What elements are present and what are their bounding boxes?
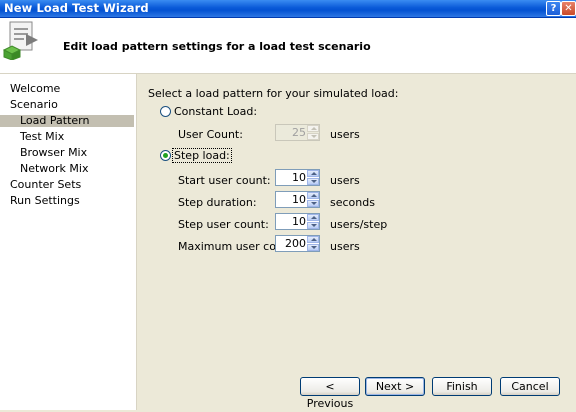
start-user-count-stepper[interactable]: 10 — [275, 169, 320, 186]
step-duration-label: Step duration: — [178, 196, 257, 209]
constant-load-label[interactable]: Constant Load: — [174, 105, 257, 118]
start-user-count-up-arrow-icon[interactable] — [307, 170, 319, 177]
step-user-count-value[interactable]: 10 — [278, 215, 306, 228]
nav-item-network-mix[interactable]: Network Mix — [20, 162, 88, 176]
user-count-value: 25 — [292, 126, 306, 139]
previous-button[interactable]: < Previous — [300, 377, 360, 410]
window-title: New Load Test Wizard — [4, 1, 149, 15]
start-user-count-label: Start user count: — [178, 174, 271, 187]
step-duration-stepper[interactable]: 10 — [275, 191, 320, 208]
user-count-up-arrow-icon — [307, 125, 319, 132]
finish-button[interactable]: Finish — [432, 377, 492, 396]
nav-item-run-settings[interactable]: Run Settings — [10, 194, 80, 208]
step-duration-value[interactable]: 10 — [278, 193, 306, 206]
step-user-count-unit: users/step — [330, 218, 388, 231]
maximum-user-count-unit: users — [330, 240, 360, 253]
wizard-header: Edit load pattern settings for a load te… — [0, 18, 576, 74]
start-user-count-value[interactable]: 10 — [278, 171, 306, 184]
user-count-label: User Count: — [178, 128, 243, 141]
maximum-user-count-stepper[interactable]: 200 — [275, 235, 320, 252]
wizard-window: New Load Test Wizard ? ✕ Edit load patte… — [0, 0, 576, 410]
step-duration-down-arrow-icon[interactable] — [307, 200, 319, 207]
step-duration-up-arrow-icon[interactable] — [307, 192, 319, 199]
start-user-count-unit: users — [330, 174, 360, 187]
user-count-down-arrow-icon — [307, 133, 319, 140]
header-title: Edit load pattern settings for a load te… — [63, 40, 371, 53]
step-load-radio[interactable] — [160, 150, 171, 161]
user-count-stepper: 25 — [275, 124, 320, 141]
maximum-user-count-down-arrow-icon[interactable] — [307, 244, 319, 251]
cancel-button[interactable]: Cancel — [500, 377, 560, 396]
step-load-label[interactable]: Step load: — [172, 148, 232, 163]
step-duration-unit: seconds — [330, 196, 375, 209]
start-user-count-down-arrow-icon[interactable] — [307, 178, 319, 185]
maximum-user-count-value[interactable]: 200 — [278, 237, 306, 250]
step-user-count-label: Step user count: — [178, 218, 269, 231]
load-pattern-prompt: Select a load pattern for your simulated… — [148, 87, 399, 100]
nav-item-browser-mix[interactable]: Browser Mix — [20, 146, 87, 160]
nav-item-load-pattern[interactable]: Load Pattern — [20, 114, 89, 128]
close-button[interactable]: ✕ — [561, 1, 576, 16]
step-user-count-up-arrow-icon[interactable] — [307, 214, 319, 221]
nav-item-counter-sets[interactable]: Counter Sets — [10, 178, 81, 192]
nav-item-scenario[interactable]: Scenario — [10, 98, 58, 112]
nav-item-test-mix[interactable]: Test Mix — [20, 130, 64, 144]
title-bar: New Load Test Wizard ? ✕ — [0, 0, 576, 18]
step-user-count-stepper[interactable]: 10 — [275, 213, 320, 230]
nav-item-welcome[interactable]: Welcome — [10, 82, 60, 96]
maximum-user-count-up-arrow-icon[interactable] — [307, 236, 319, 243]
help-button[interactable]: ? — [546, 1, 561, 16]
constant-load-radio[interactable] — [160, 106, 171, 117]
user-count-unit: users — [330, 128, 360, 141]
wizard-document-icon — [2, 21, 38, 60]
next-button[interactable]: Next > — [365, 377, 425, 396]
step-user-count-down-arrow-icon[interactable] — [307, 222, 319, 229]
